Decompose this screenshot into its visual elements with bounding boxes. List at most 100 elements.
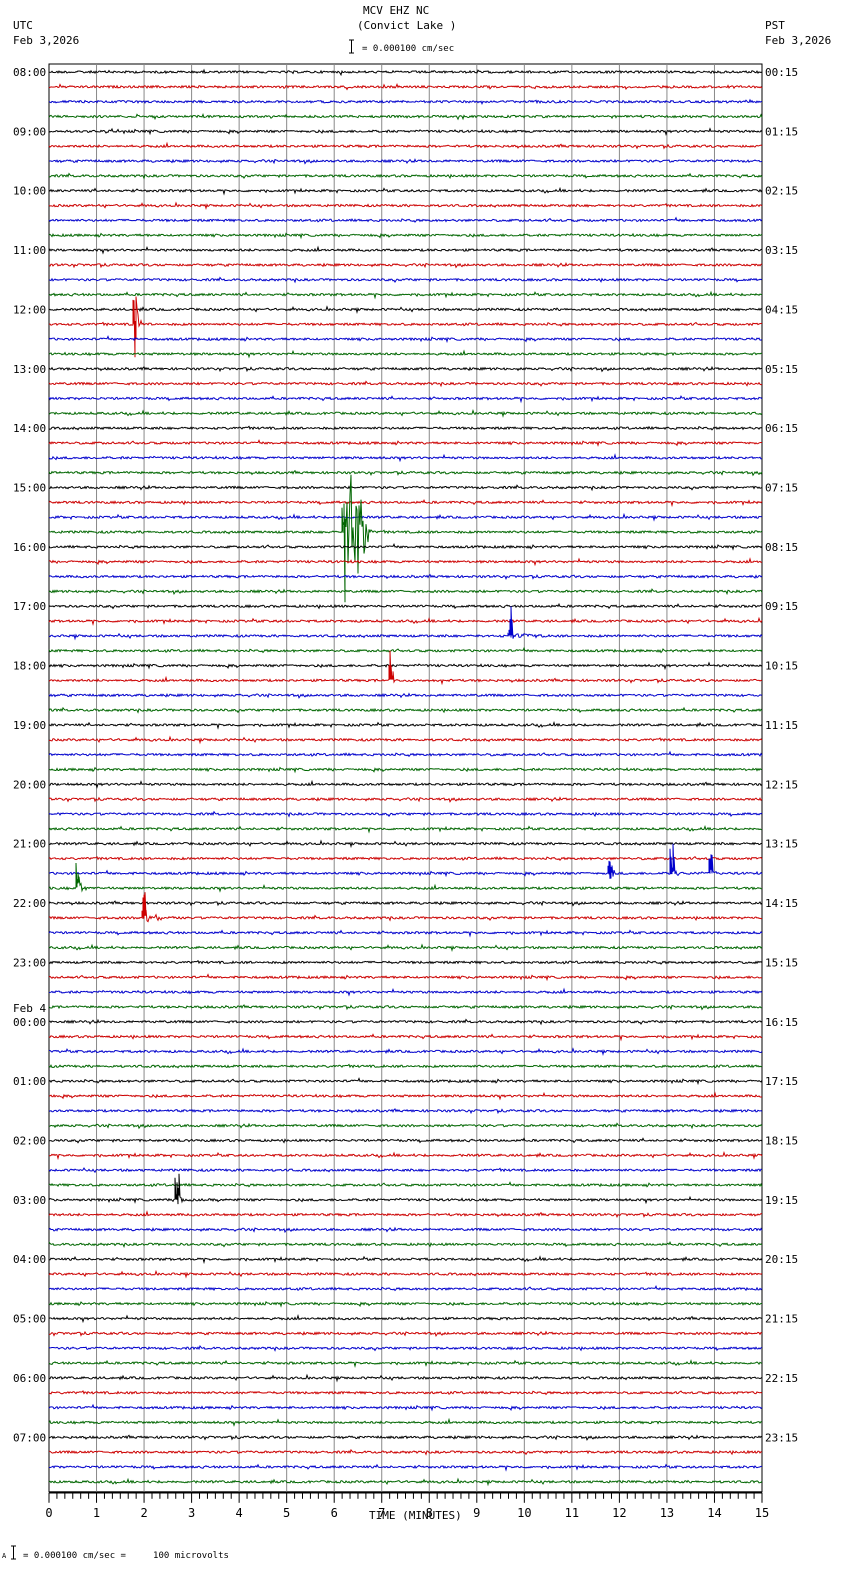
- utc-hour-label: 16:00: [13, 541, 46, 554]
- seismic-trace: [48, 512, 763, 522]
- x-tick-label: 3: [188, 1506, 195, 1520]
- seismic-trace: [48, 987, 763, 997]
- seismic-trace: [48, 1255, 763, 1265]
- seismic-trace: [48, 395, 763, 404]
- x-tick-label: 13: [660, 1506, 674, 1520]
- seismic-trace: [48, 216, 763, 223]
- seismic-trace: [48, 959, 763, 965]
- seismic-trace: [48, 290, 762, 300]
- utc-hour-label: 22:00: [13, 897, 46, 910]
- utc-hour-label: 09:00: [13, 125, 46, 138]
- seismic-trace: [48, 900, 763, 907]
- utc-hour-label: 08:00: [13, 66, 46, 79]
- seismic-trace: [48, 573, 763, 580]
- footer-scale-bar-icon: [11, 1545, 16, 1560]
- seismic-trace: [48, 98, 763, 105]
- seismic-trace: [48, 692, 763, 699]
- x-tick-label: 0: [45, 1506, 52, 1520]
- seismic-trace: [48, 484, 763, 492]
- seismic-trace: [48, 83, 763, 91]
- pst-hour-label: 02:15: [765, 185, 798, 198]
- seismic-trace: [48, 186, 763, 196]
- seismic-trace: [48, 855, 763, 862]
- seismic-trace: [48, 862, 762, 893]
- seismic-trace: [48, 796, 763, 803]
- seismic-trace: [48, 606, 763, 641]
- utc-hour-label: 18:00: [13, 660, 46, 673]
- utc-hour-label: 03:00: [13, 1194, 46, 1207]
- seismic-trace: [48, 839, 763, 849]
- seismic-trace: [48, 127, 763, 136]
- seismic-trace: [48, 1181, 763, 1188]
- pst-hour-label: 01:15: [765, 125, 798, 138]
- seismic-trace: [48, 1477, 763, 1487]
- seismic-trace: [48, 1373, 763, 1383]
- x-tick-label: 6: [331, 1506, 338, 1520]
- pst-hour-label: 19:15: [765, 1194, 798, 1207]
- seismic-trace: [48, 380, 763, 388]
- seismic-trace: [48, 409, 763, 418]
- pst-hour-label: 06:15: [765, 422, 798, 435]
- seismic-trace: [48, 1434, 763, 1441]
- seismic-trace: [48, 1359, 763, 1369]
- seismic-trace: [48, 892, 763, 923]
- pst-hour-label: 20:15: [765, 1253, 798, 1266]
- date-change-label: Feb 4: [13, 1002, 46, 1015]
- x-tick-label: 10: [517, 1506, 531, 1520]
- seismic-trace: [48, 588, 763, 596]
- seismic-trace: [48, 735, 763, 745]
- pst-hour-label: 16:15: [765, 1016, 798, 1029]
- utc-hour-label: 04:00: [13, 1253, 46, 1266]
- seismic-trace: [48, 365, 763, 373]
- seismic-trace: [48, 766, 763, 774]
- pst-hour-label: 18:15: [765, 1134, 798, 1147]
- utc-hour-label: 07:00: [13, 1431, 46, 1444]
- seismic-trace: [48, 349, 763, 359]
- utc-hour-label: 14:00: [13, 422, 46, 435]
- pst-hour-label: 11:15: [765, 719, 798, 732]
- pst-hour-label: 09:15: [765, 600, 798, 613]
- utc-hour-label: 11:00: [13, 244, 46, 257]
- seismic-trace: [48, 1167, 763, 1174]
- seismic-trace: [48, 810, 763, 818]
- seismic-trace: [48, 1018, 763, 1026]
- pst-hour-label: 03:15: [765, 244, 798, 257]
- pst-hour-label: 04:15: [765, 303, 798, 316]
- x-tick-label: 12: [612, 1506, 626, 1520]
- seismic-trace: [48, 1314, 763, 1324]
- seismic-trace: [48, 1226, 763, 1234]
- seismic-trace: [48, 616, 763, 627]
- utc-hour-label: 20:00: [13, 778, 46, 791]
- pst-hour-label: 14:15: [765, 897, 798, 910]
- pst-hour-label: 10:15: [765, 660, 798, 673]
- seismic-trace: [48, 602, 763, 610]
- pst-hour-label: 00:15: [765, 66, 798, 79]
- seismic-trace: [48, 1091, 762, 1101]
- seismic-trace: [48, 141, 763, 150]
- seismic-trace: [48, 543, 763, 551]
- seismic-trace: [48, 113, 763, 121]
- seismic-trace: [48, 943, 763, 953]
- pst-hour-label: 15:15: [765, 956, 798, 969]
- seismic-trace: [48, 661, 763, 671]
- seismic-trace: [48, 646, 763, 654]
- utc-hour-label: 13:00: [13, 363, 46, 376]
- seismic-trace: [48, 1063, 763, 1069]
- pst-hour-label: 12:15: [765, 778, 798, 791]
- pst-hour-label: 08:15: [765, 541, 798, 554]
- pst-hour-label: 07:15: [765, 482, 798, 495]
- seismic-trace: [48, 824, 763, 834]
- utc-hour-label: 02:00: [13, 1134, 46, 1147]
- x-tick-label: 7: [378, 1506, 385, 1520]
- utc-hour-label: 01:00: [13, 1075, 46, 1088]
- seismic-trace: [48, 305, 763, 314]
- seismic-trace: [48, 1240, 763, 1248]
- seismic-trace: [48, 453, 763, 463]
- seismic-trace: [48, 973, 763, 982]
- seismic-trace: [48, 1269, 763, 1279]
- seismic-trace: [48, 779, 763, 789]
- seismic-trace: [48, 1403, 763, 1412]
- pst-hour-label: 17:15: [765, 1075, 798, 1088]
- seismic-trace: [48, 201, 763, 211]
- seismic-trace: [48, 1047, 763, 1056]
